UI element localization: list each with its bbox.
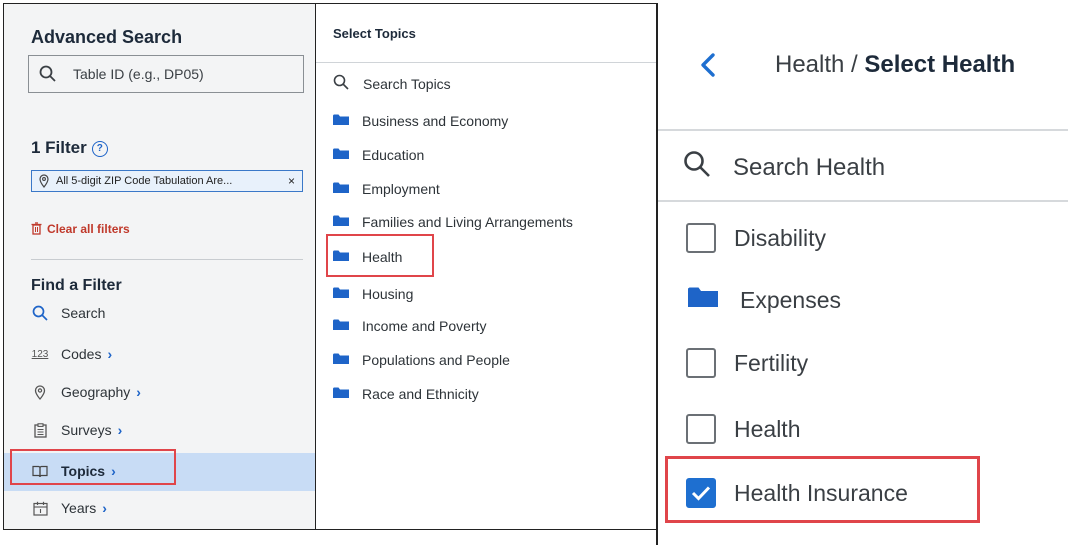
folder-icon: [688, 286, 718, 314]
clipboard-icon: [31, 422, 49, 438]
topic-label: Employment: [362, 181, 440, 197]
topic-item[interactable]: Populations and People: [333, 351, 510, 369]
table-id-placeholder: Table ID (e.g., DP05): [73, 66, 204, 82]
topic-label: Education: [362, 147, 425, 163]
health-item-label: Disability: [734, 224, 827, 251]
chevron-right-icon: ›: [102, 500, 107, 516]
search-health-placeholder: Search Health: [733, 153, 886, 181]
topic-label: Housing: [362, 286, 414, 302]
trash-icon: [31, 222, 42, 238]
health-item-label: Health: [734, 415, 801, 442]
divider: [658, 200, 1068, 202]
checkbox-unchecked[interactable]: [686, 348, 716, 378]
chevron-right-icon: ›: [117, 422, 123, 438]
chevron-right-icon: ›: [107, 346, 113, 362]
search-icon: [31, 305, 49, 321]
clear-all-label: Clear all filters: [47, 222, 130, 236]
folder-icon: [333, 181, 349, 197]
topic-label: Race and Ethnicity: [362, 386, 479, 402]
topic-item[interactable]: Employment: [333, 180, 440, 198]
checkbox-unchecked[interactable]: [686, 414, 716, 444]
topic-item[interactable]: Race and Ethnicity: [333, 385, 479, 403]
topic-item[interactable]: Housing: [333, 285, 413, 303]
calendar-icon: [31, 501, 49, 516]
nav-item-label: Search: [61, 305, 106, 321]
select-topics-title: Select Topics: [333, 26, 416, 41]
breadcrumb: Health / Select Health: [775, 51, 1015, 79]
folder-icon: [333, 386, 349, 402]
nav-item-label: Surveys: [61, 422, 112, 438]
chevron-right-icon: ›: [136, 384, 141, 400]
active-filter-chip[interactable]: All 5-digit ZIP Code Tabulation Are... ×: [31, 170, 303, 192]
search-topics-placeholder: Search Topics: [363, 75, 451, 92]
filter-count-label: 1 Filter: [31, 138, 87, 157]
remove-filter-button[interactable]: ×: [288, 174, 295, 188]
search-health-input[interactable]: Search Health: [683, 150, 885, 185]
topic-item[interactable]: Education: [333, 146, 424, 164]
checkbox-unchecked[interactable]: [686, 223, 716, 253]
topic-label: Families and Living Arrangements: [362, 214, 573, 230]
health-item-label: Expenses: [740, 286, 842, 313]
nav-item-codes[interactable]: 123 Codes ›: [31, 342, 112, 366]
topic-item[interactable]: Families and Living Arrangements: [333, 213, 573, 231]
breadcrumb-parent[interactable]: Health: [775, 51, 844, 78]
divider: [658, 129, 1068, 131]
health-item-label: Fertility: [734, 349, 809, 376]
breadcrumb-current: Select Health: [864, 51, 1016, 78]
search-icon: [39, 65, 57, 88]
search-icon: [333, 74, 349, 93]
nav-item-years[interactable]: Years ›: [31, 496, 107, 520]
codes-123-icon: 123: [31, 348, 49, 360]
location-pin-icon: [31, 384, 49, 400]
nav-item-surveys[interactable]: Surveys ›: [31, 418, 122, 442]
health-item-disability[interactable]: Disability: [686, 221, 826, 255]
topic-label: Income and Poverty: [362, 318, 487, 334]
folder-icon: [333, 147, 349, 163]
health-highlight-box: [326, 234, 434, 277]
table-id-input[interactable]: Table ID (e.g., DP05): [28, 55, 304, 93]
topic-item[interactable]: Business and Economy: [333, 112, 508, 130]
nav-item-label: Geography: [61, 384, 131, 400]
topic-item[interactable]: Income and Poverty: [333, 317, 487, 335]
nav-item-geography[interactable]: Geography ›: [31, 380, 141, 404]
help-icon[interactable]: ?: [91, 141, 108, 157]
health-item-health[interactable]: Health: [686, 412, 800, 446]
folder-icon: [333, 318, 349, 334]
nav-item-search[interactable]: Search: [31, 301, 105, 325]
folder-icon: [333, 352, 349, 368]
health-item-fertility[interactable]: Fertility: [686, 346, 808, 380]
divider: [31, 259, 303, 260]
clear-all-filters-link[interactable]: Clear all filters: [31, 222, 130, 238]
folder-icon: [333, 286, 349, 302]
topics-highlight-box: [10, 449, 176, 485]
health-item-expenses[interactable]: Expenses: [686, 283, 841, 317]
topic-label: Populations and People: [362, 352, 510, 368]
find-a-filter-heading: Find a Filter: [31, 277, 122, 294]
search-icon: [683, 150, 711, 185]
nav-item-label: Codes: [61, 346, 102, 362]
folder-icon: [333, 214, 349, 230]
folder-icon: [333, 113, 349, 129]
advanced-search-title: Advanced Search: [31, 27, 183, 47]
health-insurance-highlight-box: [665, 456, 980, 523]
location-pin-icon: [38, 174, 50, 191]
breadcrumb-separator: /: [844, 51, 865, 78]
active-filter-text: All 5-digit ZIP Code Tabulation Are...: [56, 175, 233, 187]
divider: [316, 62, 658, 63]
topic-label: Business and Economy: [362, 113, 509, 129]
filter-count-heading: 1 Filter?: [31, 138, 108, 158]
search-topics-input[interactable]: Search Topics: [333, 74, 451, 93]
nav-item-label: Years: [61, 500, 97, 516]
back-chevron-icon[interactable]: [700, 52, 716, 83]
